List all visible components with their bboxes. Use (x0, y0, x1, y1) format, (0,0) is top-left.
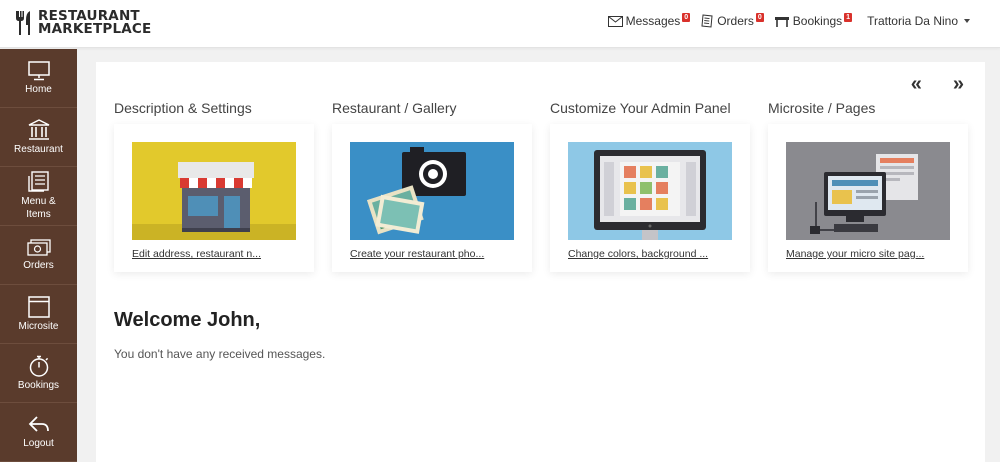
card-title: Customize Your Admin Panel (550, 100, 731, 116)
card-microsite-pages: Microsite / Pages Manage your micro site… (768, 100, 968, 272)
logout-icon (28, 415, 49, 432)
card-description-settings: Description & Settings Edit address, res… (114, 100, 314, 272)
bookings-label: Bookings (792, 14, 843, 28)
card-customize-admin: Customize Your Admin Panel Change colors… (550, 100, 750, 272)
sidebar-item-logout[interactable]: Logout (0, 403, 77, 462)
card-link[interactable]: Change colors, background ... (568, 248, 732, 260)
card-link[interactable]: Manage your micro site pag... (786, 248, 950, 260)
sidebar-item-label: Orders (23, 259, 54, 271)
messages-badge: 0 (682, 12, 691, 22)
orders-badge: 0 (755, 12, 764, 22)
sidebar-item-orders[interactable]: Orders (0, 226, 77, 285)
sidebar-item-restaurant[interactable]: Restaurant (0, 108, 77, 167)
messages-link[interactable]: Messages 0 (607, 12, 691, 28)
sidebar-item-label: Home (25, 83, 52, 95)
camera-gallery-illustration[interactable] (350, 142, 514, 240)
sidebar-item-menu[interactable]: Menu & Items (0, 167, 77, 226)
sidebar-item-microsite[interactable]: Microsite (0, 285, 77, 344)
monitor-icon (27, 60, 50, 80)
top-nav: Messages 0 Orders 0 Bookings 1 Trattoria… (598, 12, 970, 28)
sidebar-item-bookings[interactable]: Bookings (0, 344, 77, 403)
storefront-illustration[interactable] (132, 142, 296, 240)
orders-link[interactable]: Orders 0 (700, 12, 764, 28)
card-title: Restaurant / Gallery (332, 100, 457, 116)
card-title: Description & Settings (114, 100, 252, 116)
welcome-heading: Welcome John, (114, 309, 261, 331)
card-title: Microsite / Pages (768, 100, 876, 116)
bookings-badge: 1 (844, 12, 853, 22)
logo[interactable]: RESTAURANT MARKETPLACE (14, 9, 151, 37)
brand-line-2: MARKETPLACE (38, 21, 152, 37)
receipt-icon (701, 14, 713, 28)
orders-label: Orders (717, 14, 754, 28)
envelope-icon (607, 15, 623, 27)
admin-monitor-illustration[interactable] (568, 142, 732, 240)
user-name: Trattoria Da Nino (867, 14, 958, 28)
money-icon (26, 238, 51, 256)
top-bar: RESTAURANT MARKETPLACE Messages 0 Orders… (0, 0, 1000, 48)
sidebar-item-label: Bookings (17, 379, 60, 391)
chevron-down-icon (964, 19, 970, 23)
card-link[interactable]: Edit address, restaurant n... (132, 248, 296, 260)
building-icon (28, 118, 49, 140)
carousel-prev-button[interactable]: « (911, 74, 922, 94)
messages-status-text: You don't have any received messages. (114, 347, 326, 361)
carousel: Description & Settings Edit address, res… (114, 100, 986, 272)
sidebar-item-label: Microsite (18, 320, 59, 332)
microsite-illustration[interactable] (786, 142, 950, 240)
sidebar: Home Restaurant Menu & Items Orders Micr… (0, 49, 77, 462)
fork-knife-icon (16, 11, 30, 35)
card-link[interactable]: Create your restaurant pho... (350, 248, 514, 260)
sidebar-item-label: Menu & Items (21, 196, 56, 220)
sidebar-item-home[interactable]: Home (0, 49, 77, 108)
card-restaurant-gallery: Restaurant / Gallery Create your restaur… (332, 100, 532, 272)
table-icon (774, 17, 789, 27)
sidebar-item-label: Restaurant (14, 143, 63, 155)
main-panel: « » Description & Settings Edit address,… (96, 62, 985, 462)
bookings-link[interactable]: Bookings 1 (774, 12, 853, 28)
menu-icon (27, 171, 49, 192)
window-icon (27, 295, 50, 318)
sidebar-item-label: Logout (23, 437, 54, 449)
stopwatch-icon (29, 355, 48, 377)
carousel-next-button[interactable]: » (953, 74, 964, 94)
user-menu[interactable]: Trattoria Da Nino (867, 14, 970, 28)
messages-label: Messages (625, 14, 681, 28)
carousel-controls: « » (877, 74, 964, 94)
